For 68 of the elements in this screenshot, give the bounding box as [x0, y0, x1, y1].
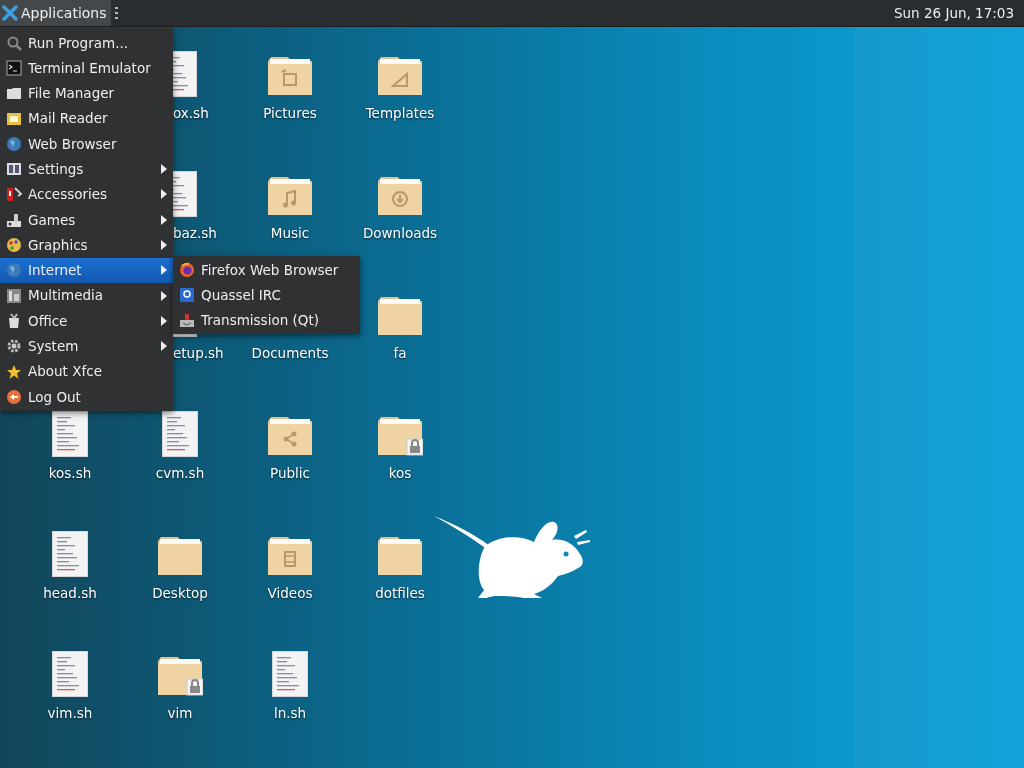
- icon-label: kos: [388, 464, 412, 483]
- gear-icon: [6, 338, 22, 355]
- x-logo-icon: [2, 5, 18, 21]
- logout-icon: [6, 388, 22, 405]
- menu-item[interactable]: Run Program...: [0, 30, 173, 56]
- menu-item[interactable]: Games: [0, 207, 173, 233]
- icon-label: kos.sh: [48, 464, 92, 483]
- icon-label: head.sh: [43, 584, 97, 603]
- terminal-icon: [6, 59, 22, 76]
- menu-item[interactable]: Mail Reader: [0, 105, 173, 132]
- game-icon: [6, 211, 22, 228]
- globe-icon: [6, 135, 22, 152]
- chat-icon: [179, 286, 195, 303]
- menu-item[interactable]: Terminal Emulator: [0, 55, 173, 81]
- menu-item[interactable]: Graphics: [0, 232, 173, 258]
- menu-item[interactable]: Settings: [0, 156, 173, 182]
- caret-icon: [161, 164, 167, 175]
- icon-label: Desktop: [152, 584, 208, 603]
- menu-item[interactable]: About Xfce: [0, 358, 173, 385]
- firefox-icon: [179, 261, 195, 278]
- menu-item[interactable]: Accessories: [0, 181, 173, 208]
- menu-item[interactable]: Multimedia: [0, 282, 173, 309]
- search-icon: [6, 34, 22, 51]
- submenu-item[interactable]: Quassel IRC: [173, 282, 360, 308]
- folder-icon: [6, 85, 22, 102]
- menu-item[interactable]: Internet: [0, 257, 173, 283]
- caret-icon: [161, 265, 167, 276]
- globe-icon: [6, 262, 22, 279]
- submenu-item[interactable]: Transmission (Qt): [173, 307, 360, 333]
- palette-icon: [6, 237, 22, 253]
- caret-icon: [161, 214, 167, 225]
- mail-icon: [6, 110, 22, 127]
- icon-label: dotfiles: [375, 584, 425, 603]
- handle-icon[interactable]: [114, 7, 119, 19]
- icon-label: etup.sh: [173, 344, 224, 363]
- menu-item[interactable]: Log Out: [0, 384, 173, 410]
- icon-label: Pictures: [263, 104, 317, 123]
- caret-icon: [161, 315, 167, 326]
- icon-label: Documents: [251, 344, 329, 363]
- icon-label: Public: [270, 464, 310, 483]
- submenu-item[interactable]: Firefox Web Browser: [173, 257, 360, 283]
- caret-icon: [161, 290, 167, 301]
- download-icon: [179, 312, 195, 329]
- menu-item[interactable]: File Manager: [0, 80, 173, 106]
- caret-icon: [161, 240, 167, 250]
- star-icon: [6, 363, 22, 380]
- office-icon: [6, 312, 22, 329]
- icon-label: baz.sh: [173, 224, 217, 243]
- icon-label: ln.sh: [273, 704, 307, 723]
- icon-label: Music: [270, 224, 310, 243]
- tools-icon: [6, 186, 22, 203]
- icon-label: fa: [393, 344, 407, 363]
- icon-label: Videos: [267, 584, 313, 603]
- icon-label: cvm.sh: [155, 464, 205, 483]
- settings-icon: [6, 161, 22, 178]
- icon-label: vim.sh: [47, 704, 93, 723]
- media-icon: [6, 287, 22, 304]
- menu-item[interactable]: System: [0, 333, 173, 359]
- applications-button[interactable]: Applications: [0, 0, 111, 26]
- menu-item[interactable]: Office: [0, 308, 173, 334]
- icon-label: ox.sh: [173, 104, 209, 123]
- icon-label: Downloads: [362, 224, 438, 243]
- caret-icon: [161, 189, 167, 200]
- icon-label: vim: [167, 704, 193, 723]
- icon-label: Templates: [365, 104, 435, 123]
- clock[interactable]: Sun 26 Jun, 17:03: [893, 2, 1024, 24]
- caret-icon: [161, 341, 167, 352]
- menu-item[interactable]: Web Browser: [0, 131, 173, 157]
